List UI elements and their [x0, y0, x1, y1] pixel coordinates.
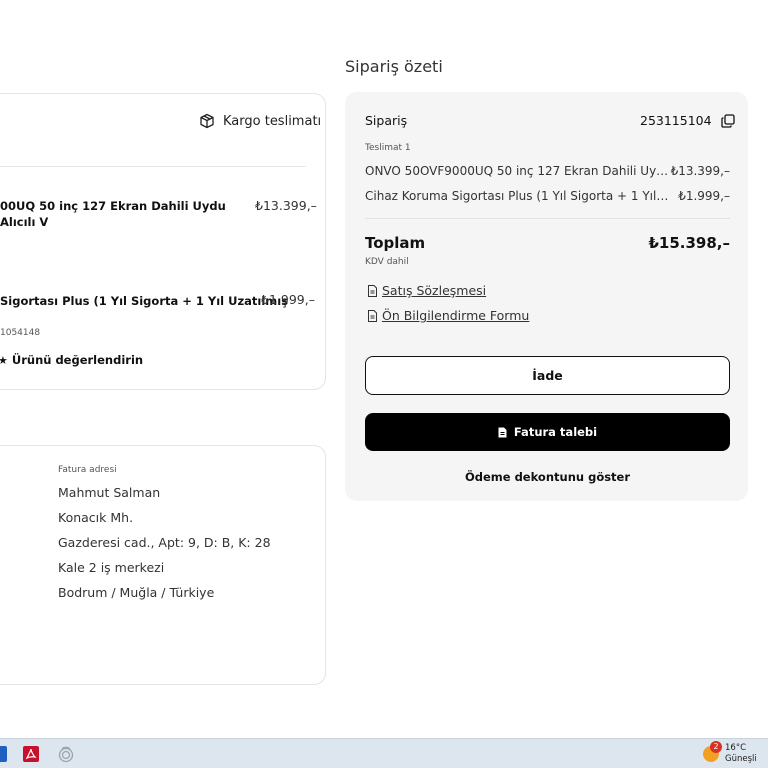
- weather-condition: Güneşli: [725, 754, 757, 764]
- document-icon: [368, 284, 377, 297]
- document-icon: [368, 309, 377, 322]
- temperature: 16°C: [725, 743, 747, 753]
- order-number-value: 253115104: [640, 113, 712, 128]
- divider: [0, 166, 306, 167]
- order-number: 253115104: [640, 113, 735, 128]
- sales-contract-label: Satış Sözleşmesi: [382, 283, 487, 298]
- product-name[interactable]: 00UQ 50 inç 127 Ekran Dahili Uydu Alıcıl…: [0, 198, 230, 230]
- summary-line-price: ₺13.399,–: [670, 164, 730, 178]
- return-button[interactable]: İade: [365, 356, 730, 395]
- show-receipt-link[interactable]: Ödeme dekontunu göster: [365, 470, 730, 484]
- total-price: ₺15.398,–: [648, 234, 730, 252]
- notification-badge: 2: [710, 741, 722, 753]
- shipping-type: Kargo teslimatı: [199, 113, 321, 129]
- weather-widget[interactable]: 2 16°C Güneşli: [701, 741, 761, 767]
- taskbar: [0, 738, 768, 768]
- preliminary-info-link[interactable]: Ön Bilgilendirme Formu: [367, 308, 529, 323]
- invoice-request-label: Fatura talebi: [513, 425, 598, 439]
- sales-contract-link[interactable]: Satış Sözleşmesi: [367, 283, 486, 298]
- product-price: ₺1.999,–: [261, 292, 315, 307]
- invoice-request-button[interactable]: Fatura talebi: [365, 413, 730, 451]
- rate-label: Ürünü değerlendirin: [11, 353, 144, 367]
- divider: [365, 218, 730, 219]
- billing-address-label: Fatura adresi: [58, 465, 117, 475]
- rate-product-link[interactable]: ★ Ürünü değerlendirin: [0, 353, 143, 367]
- package-icon: [200, 113, 214, 129]
- shipping-label: Kargo teslimatı: [223, 113, 322, 129]
- document-icon: [498, 427, 507, 437]
- vat-label: KDV dahil: [365, 257, 409, 267]
- product-price: ₺13.399,–: [255, 198, 317, 213]
- shipment-label: Teslimat 1: [365, 143, 411, 153]
- preliminary-info-label: Ön Bilgilendirme Formu: [382, 308, 530, 323]
- summary-title: Sipariş özeti: [345, 57, 443, 76]
- copy-icon[interactable]: [720, 113, 735, 128]
- product-name[interactable]: Sigortası Plus (1 Yıl Sigorta + 1 Yıl Uz…: [0, 293, 288, 309]
- product-code: 1054148: [0, 328, 41, 338]
- summary-line-name: ONVO 50OVF9000UQ 50 inç 127 Ekran Dahili…: [365, 164, 671, 178]
- app-icon[interactable]: [57, 745, 75, 763]
- order-label: Sipariş: [365, 113, 408, 128]
- address-line: Gazderesi cad., Apt: 9, D: B, K: 28: [58, 535, 271, 550]
- address-line: Bodrum / Muğla / Türkiye: [58, 585, 215, 600]
- summary-line-price: ₺1.999,–: [678, 189, 730, 203]
- address-line: Konacık Mh.: [58, 510, 134, 525]
- summary-line-name: Cihaz Koruma Sigortası Plus (1 Yıl Sigor…: [365, 189, 671, 203]
- star-icon: ★: [0, 353, 8, 367]
- word-icon[interactable]: [0, 746, 7, 762]
- pdf-icon[interactable]: [22, 745, 40, 763]
- total-label: Toplam: [365, 234, 426, 252]
- address-line: Kale 2 iş merkezi: [58, 560, 165, 575]
- delivery-card: [0, 93, 326, 390]
- address-name: Mahmut Salman: [58, 485, 161, 500]
